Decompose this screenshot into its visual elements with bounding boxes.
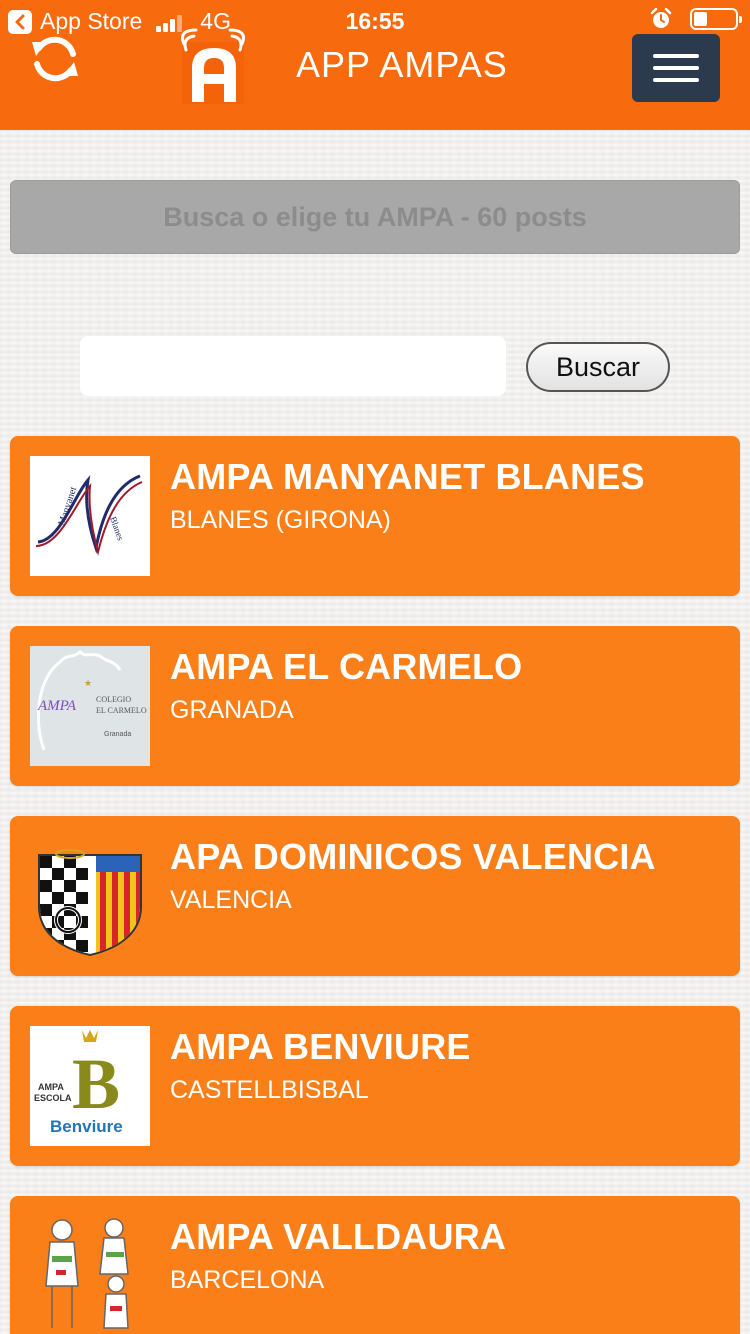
svg-text:★: ★ [84, 678, 92, 688]
status-time: 16:55 [345, 8, 405, 34]
app-logo [181, 28, 245, 104]
card-title: AMPA EL CARMELO [170, 646, 523, 687]
posts-banner: Busca o elige tu AMPA - 60 posts [10, 180, 740, 254]
card-subtitle: CASTELLBISBAL [170, 1076, 369, 1104]
app-title: APP AMPAS [296, 44, 508, 85]
alarm-icon [650, 8, 672, 28]
svg-text:AMPA: AMPA [37, 698, 77, 714]
refresh-icon[interactable] [28, 32, 82, 86]
list-item[interactable]: B AMPA ESCOLA Benviure AMPA BENVIURE CAS… [10, 1006, 740, 1166]
card-subtitle: BARCELONA [170, 1266, 325, 1294]
manyanet-logo: Manyanet Blanes [30, 456, 150, 576]
svg-text:AMPA: AMPA [38, 1082, 64, 1092]
list-item[interactable]: AMPA VALLDAURA BARCELONA [10, 1196, 740, 1334]
search-input[interactable] [80, 336, 506, 396]
svg-text:Benviure: Benviure [50, 1117, 123, 1136]
svg-text:B: B [72, 1044, 120, 1124]
card-title: APA DOMINICOS VALENCIA [170, 836, 656, 877]
svg-text:Granada: Granada [104, 731, 131, 738]
status-right [650, 8, 742, 30]
svg-text:EL CARMELO: EL CARMELO [96, 706, 147, 715]
search-button[interactable]: Buscar [526, 342, 670, 392]
list-item[interactable]: AMPA COLEGIO EL CARMELO Granada ★ AMPA E… [10, 626, 740, 786]
svg-text:ESCOLA: ESCOLA [34, 1093, 72, 1103]
card-title: AMPA MANYANET BLANES [170, 456, 645, 497]
card-title: AMPA BENVIURE [170, 1026, 471, 1067]
app-header: App Store 4G 16:55 APP AMPAS [0, 0, 750, 130]
card-subtitle: VALENCIA [170, 886, 292, 914]
hamburger-menu-icon[interactable] [632, 34, 720, 102]
valldaura-kids-logo [30, 1216, 150, 1334]
list-item[interactable]: Manyanet Blanes AMPA MANYANET BLANES BLA… [10, 436, 740, 596]
card-subtitle: BLANES (GIRONA) [170, 506, 391, 534]
battery-icon [690, 8, 742, 30]
card-title: AMPA VALLDAURA [170, 1216, 507, 1257]
svg-text:COLEGIO: COLEGIO [96, 695, 131, 704]
dominicos-shield-logo [30, 836, 150, 956]
benviure-logo: B AMPA ESCOLA Benviure [30, 1026, 150, 1146]
card-subtitle: GRANADA [170, 696, 294, 724]
el-carmelo-logo: AMPA COLEGIO EL CARMELO Granada ★ [30, 646, 150, 766]
list-item[interactable]: APA DOMINICOS VALENCIA VALENCIA [10, 816, 740, 976]
